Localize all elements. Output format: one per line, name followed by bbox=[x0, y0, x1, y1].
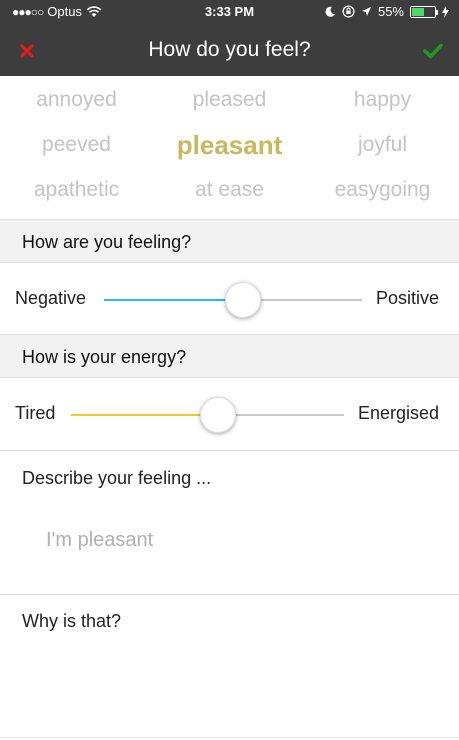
energy-slider-row: Tired Energised bbox=[0, 379, 459, 449]
energy-max-label: Energised bbox=[358, 403, 440, 423]
mood-slider-thumb[interactable] bbox=[225, 282, 261, 318]
battery-fill bbox=[412, 7, 424, 16]
feeling-option-pleasant[interactable]: pleasant bbox=[153, 130, 306, 161]
energy-section-header: How is your energy? bbox=[0, 334, 459, 378]
page-title: How do you feel? bbox=[148, 38, 311, 61]
feeling-option-at-ease[interactable]: at ease bbox=[153, 178, 306, 202]
feeling-option-annoyed[interactable]: annoyed bbox=[0, 88, 153, 112]
divider bbox=[0, 737, 459, 738]
battery-percent: 55% bbox=[377, 4, 404, 19]
energy-question: How is your energy? bbox=[22, 347, 187, 367]
describe-label: Describe your feeling ... bbox=[22, 468, 212, 488]
feeling-option-easygoing[interactable]: easygoing bbox=[306, 178, 459, 202]
mood-slider-row: Negative Positive bbox=[0, 264, 459, 334]
feeling-option-apathetic[interactable]: apathetic bbox=[0, 178, 153, 202]
energy-slider-fill bbox=[71, 414, 218, 416]
status-right: 55% bbox=[325, 4, 449, 19]
feeling-option-pleased[interactable]: pleased bbox=[153, 88, 306, 112]
divider bbox=[0, 594, 459, 595]
charging-bolt-icon bbox=[442, 5, 449, 18]
app-header: ●●●○○ Optus 3:33 PM 55% How do you feel? bbox=[0, 0, 459, 76]
mood-min-label: Negative bbox=[15, 288, 87, 308]
energy-min-label: Tired bbox=[15, 403, 56, 423]
mood-slider-fill bbox=[104, 299, 243, 301]
mood-question: How are you feeling? bbox=[22, 232, 192, 252]
mood-section-header: How are you feeling? bbox=[0, 219, 459, 263]
feeling-option-peeved[interactable]: peeved bbox=[0, 133, 153, 157]
reason-input[interactable] bbox=[0, 640, 459, 735]
battery-icon bbox=[410, 5, 438, 18]
lock-rotation-icon bbox=[342, 5, 355, 18]
feeling-option-happy[interactable]: happy bbox=[306, 88, 459, 112]
feeling-word-grid: annoyed pleased happy peeved pleasant jo… bbox=[0, 76, 459, 219]
energy-slider-thumb[interactable] bbox=[200, 397, 236, 433]
location-arrow-icon bbox=[361, 7, 371, 16]
moon-icon bbox=[325, 6, 335, 17]
mood-max-label: Positive bbox=[376, 288, 440, 308]
checkmark-icon bbox=[423, 43, 443, 59]
describe-input[interactable]: I'm pleasant bbox=[46, 529, 153, 552]
done-button[interactable] bbox=[421, 40, 445, 62]
status-bar: ●●●○○ Optus 3:33 PM 55% bbox=[0, 0, 459, 22]
divider bbox=[0, 450, 459, 451]
reason-label: Why is that? bbox=[22, 611, 122, 631]
feeling-option-joyful[interactable]: joyful bbox=[306, 133, 459, 157]
